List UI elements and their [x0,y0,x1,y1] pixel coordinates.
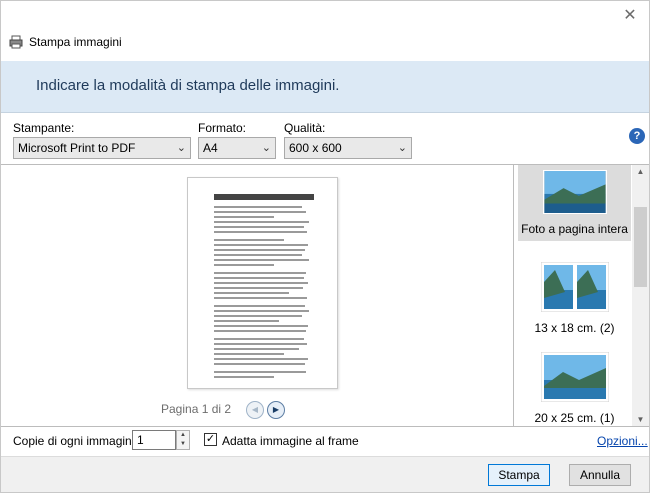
fit-frame-checkbox[interactable]: ✓ [204,433,217,446]
quality-label: Qualità: [284,121,326,135]
preview-text-line [214,249,305,251]
preview-text-line [214,297,307,299]
layout-label: 13 x 18 cm. (2) [534,321,615,335]
title-bar: ✕ Stampa immagini [1,1,649,61]
layout-label: 20 x 25 cm. (1) [534,411,615,425]
page-indicator: Pagina 1 di 2 [161,402,232,416]
banner-text: Indicare la modalità di stampa delle imm… [36,77,340,94]
copies-input[interactable]: 1 [132,430,176,450]
layout-label: Foto a pagina intera [521,222,628,236]
landscape-thumbnail [542,170,607,214]
preview-text-line [214,310,309,312]
preview-pane: Pagina 1 di 2 ◀ ▶ [1,164,514,426]
paper-size-value: A4 [203,141,218,155]
spin-up-icon[interactable]: ▲ [177,431,189,440]
preview-text-line [214,305,305,307]
layout-list: Foto a pagina intera 13 x 18 cm. (2) 20 [514,164,649,427]
print-button[interactable]: Stampa [488,464,550,486]
layout-13x18[interactable]: 13 x 18 cm. (2) [518,260,631,340]
options-link[interactable]: Opzioni... [597,434,648,448]
printer-value: Microsoft Print to PDF [18,141,136,155]
preview-text-line [214,254,302,256]
scroll-down-icon[interactable]: ▼ [632,413,649,427]
preview-text-line [214,325,308,327]
preview-text-line [214,353,284,355]
preview-text-line [214,272,306,274]
help-icon[interactable]: ? [629,128,645,144]
preview-text-line [214,292,289,294]
preview-text-line [214,315,302,317]
paper-size-label: Formato: [198,121,247,135]
two-photo-thumbnail [540,261,609,313]
preview-text-line [214,216,274,218]
instruction-banner: Indicare la modalità di stampa delle imm… [1,61,649,112]
quality-value: 600 x 600 [289,141,342,155]
close-icon[interactable]: ✕ [617,3,643,29]
scroll-thumb[interactable] [634,207,647,287]
preview-text-line [214,211,306,213]
preview-text-line [214,226,304,228]
spin-down-icon[interactable]: ▼ [177,440,189,449]
copies-label: Copie di ogni immagine: [13,434,142,448]
preview-text-line [214,206,302,208]
cancel-button[interactable]: Annulla [569,464,631,486]
printer-icon [9,35,23,49]
chevron-down-icon: ⌄ [176,142,186,154]
preview-text-line [214,221,309,223]
preview-text-line [214,363,305,365]
preview-text-line [214,244,308,246]
layout-20x25[interactable]: 20 x 25 cm. (1) [518,350,631,430]
preview-text-line [214,376,274,378]
preview-text-line [214,348,299,350]
quality-select[interactable]: 600 x 600 ⌄ [284,137,412,159]
preview-text-line [214,330,306,332]
paper-size-select[interactable]: A4 ⌄ [198,137,276,159]
preview-text-line [214,282,308,284]
preview-text-line [214,320,279,322]
preview-text-line [214,259,309,261]
fit-frame-label: Adatta immagine al frame [222,434,359,448]
printer-select[interactable]: Microsoft Print to PDF ⌄ [13,137,191,159]
dialog-footer: Stampa Annulla [1,456,649,492]
previous-page-button[interactable]: ◀ [246,401,264,419]
copies-spinner[interactable]: ▲ ▼ [176,430,190,450]
window-title: Stampa immagini [29,35,122,49]
preview-text-line [214,343,307,345]
preview-text-line [214,358,308,360]
divider [1,112,649,113]
layout-full-page[interactable]: Foto a pagina intera [518,165,631,241]
preview-text-line [214,264,274,266]
preview-text-line [214,338,304,340]
print-pictures-dialog: ✕ Stampa immagini Indicare la modalità d… [0,0,650,493]
page-preview [187,177,338,389]
preview-text-line [214,287,303,289]
single-photo-thumbnail [540,351,609,403]
preview-text-line [214,277,304,279]
chevron-down-icon: ⌄ [397,142,407,154]
divider [1,426,649,427]
chevron-down-icon: ⌄ [261,142,271,154]
next-page-button[interactable]: ▶ [267,401,285,419]
preview-text-line [214,239,284,241]
preview-text-line [214,371,306,373]
preview-text-line [214,231,307,233]
scroll-up-icon[interactable]: ▲ [632,165,649,179]
layout-scrollbar[interactable]: ▲ ▼ [632,165,649,427]
preview-heading [214,194,314,200]
printer-label: Stampante: [13,121,75,135]
